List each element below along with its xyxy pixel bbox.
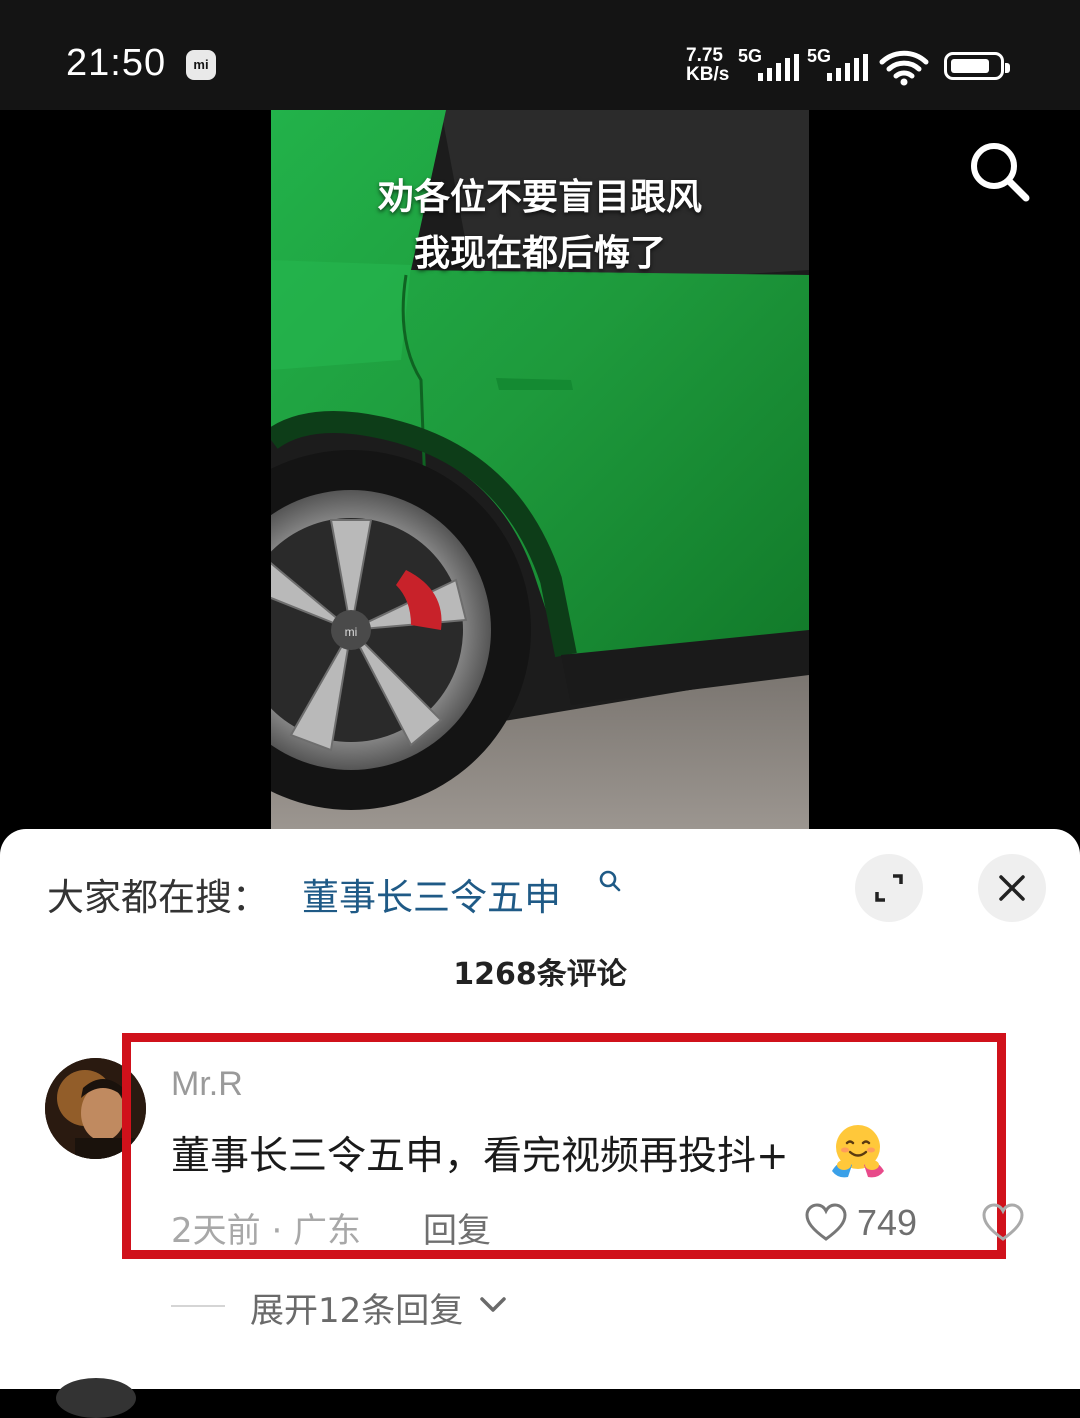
network-speed-unit: KB/s — [686, 64, 730, 85]
network-speed-value: 7.75 — [686, 45, 723, 66]
video-caption-line1: 劝各位不要盲目跟风 — [377, 177, 702, 218]
next-comment-avatar[interactable] — [56, 1378, 136, 1418]
comment-time-location: 2天前 · 广东 — [171, 1211, 362, 1251]
status-bar: 21:50 mi 7.75 KB/s 5G 5G — [0, 0, 1080, 110]
like-count: 749 — [857, 1202, 918, 1243]
close-icon — [999, 875, 1025, 901]
signal-icon-sim2: 5G — [807, 46, 869, 84]
video-frame[interactable]: mi 劝各位不要盲目跟风 我现在都后悔了 — [271, 110, 809, 850]
search-icon[interactable] — [966, 138, 1032, 204]
hot-search-query-link[interactable]: 董事长三令五申 — [302, 867, 561, 921]
reply-button[interactable]: 回复 — [423, 1203, 491, 1252]
svg-text:mi: mi — [345, 625, 358, 639]
clock: 21:50 — [66, 42, 167, 84]
expand-replies-button[interactable]: 展开12条回复 — [250, 1283, 463, 1332]
search-small-icon — [599, 870, 621, 892]
hot-search-label: 大家都在搜： — [47, 876, 269, 919]
chevron-down-icon[interactable] — [478, 1295, 508, 1315]
signal-icon-sim1: 5G — [738, 46, 800, 84]
comments-panel: 大家都在搜： 董事长三令五申 1268条评论 Mr.R 董事长三令五申，看完视频… — [0, 829, 1080, 1418]
divider — [171, 1305, 225, 1307]
close-panel-button[interactable] — [978, 854, 1046, 922]
mi-notification-icon: mi — [186, 50, 216, 80]
battery-icon — [944, 52, 1010, 80]
heart-icon[interactable] — [804, 1203, 848, 1243]
expand-panel-button[interactable] — [855, 854, 923, 922]
video-caption-line2: 我现在都后悔了 — [413, 233, 666, 274]
dislike-icon[interactable] — [980, 1201, 1026, 1241]
video-player[interactable]: mi 劝各位不要盲目跟风 我现在都后悔了 — [0, 110, 1080, 850]
wifi-icon — [879, 50, 929, 86]
expand-icon — [875, 874, 903, 902]
comment-text: 董事长三令五申，看完视频再投抖+ — [171, 1134, 789, 1179]
network-speed: 7.75 KB/s — [686, 46, 729, 84]
hugging-face-emoji-icon — [832, 1125, 884, 1178]
comment-username[interactable]: Mr.R — [171, 1065, 243, 1104]
car-video-still: mi — [271, 110, 809, 850]
comment-count: 1268条评论 — [453, 957, 627, 992]
